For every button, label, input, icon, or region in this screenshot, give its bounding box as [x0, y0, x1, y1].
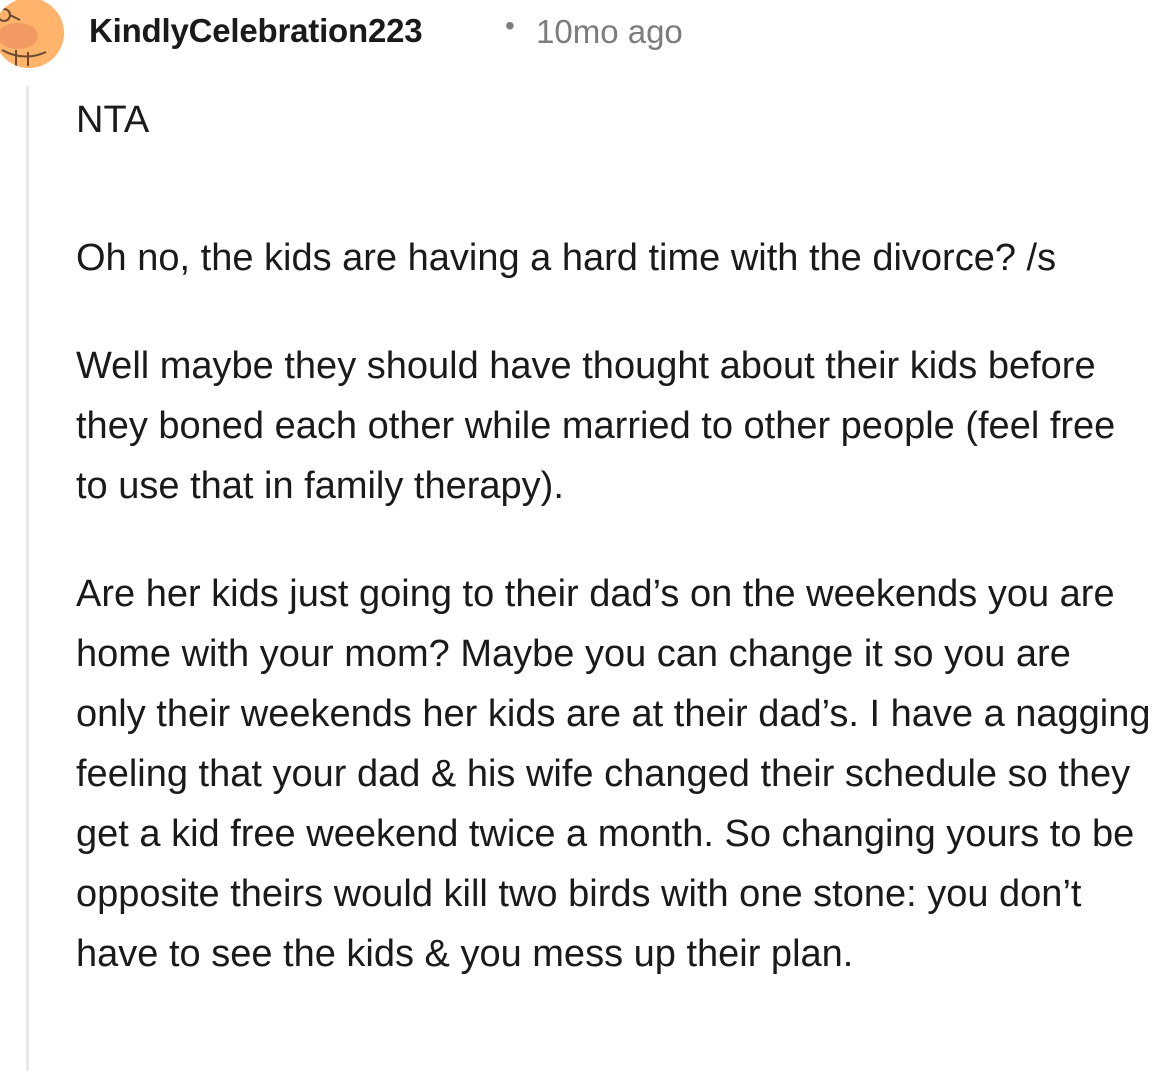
avatar[interactable]	[0, 0, 64, 68]
timestamp[interactable]: 10mo ago	[536, 13, 683, 51]
comment: KindlyCelebration223 • 10mo ago NTA Oh n…	[0, 0, 1157, 1071]
comment-body: NTA Oh no, the kids are having a hard ti…	[76, 90, 1151, 1032]
comment-paragraph: Oh no, the kids are having a hard time w…	[76, 237, 1057, 279]
thread-line[interactable]	[26, 86, 29, 1071]
comment-paragraph: NTA	[76, 99, 150, 141]
username[interactable]: KindlyCelebration223	[89, 12, 423, 50]
comment-paragraph: Well maybe they should have thought abou…	[76, 345, 1116, 507]
separator-dot: •	[505, 10, 515, 41]
comment-paragraph: Are her kids just going to their dad’s o…	[76, 573, 1151, 975]
snoo-avatar-icon	[0, 0, 64, 68]
